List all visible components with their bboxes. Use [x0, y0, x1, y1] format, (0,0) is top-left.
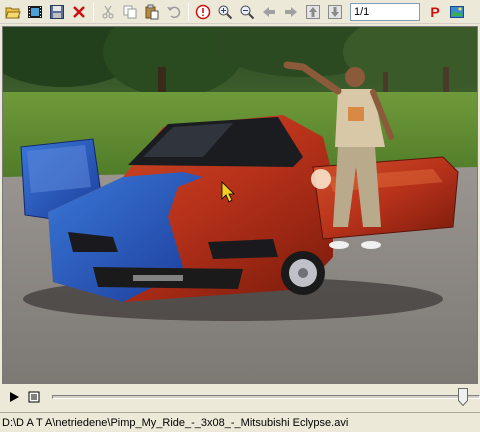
playlist-icon	[28, 391, 40, 403]
cut-icon	[102, 5, 114, 18]
page-down-icon	[328, 4, 342, 19]
copy-icon	[123, 5, 137, 18]
delete-icon	[73, 5, 85, 18]
page-down-button[interactable]	[324, 1, 346, 23]
undo-icon	[167, 6, 181, 18]
file-path-text: D:\D A T A\netriedene\Pimp_My_Ride_-_3x0…	[2, 416, 349, 429]
undo-button[interactable]	[163, 1, 185, 23]
p-icon: P	[430, 3, 440, 20]
seek-groove	[52, 395, 480, 399]
save-button[interactable]	[46, 1, 68, 23]
status-bar: D:\D A T A\netriedene\Pimp_My_Ride_-_3x0…	[0, 412, 480, 432]
copy-button[interactable]	[119, 1, 141, 23]
zoom-out-icon	[240, 5, 255, 19]
open-folder-button[interactable]	[2, 1, 24, 23]
toolbar: 1/1 P	[0, 0, 480, 24]
app-window: 1/1 P D:\D A T A\netriedene\Pimp_My_Ride…	[0, 0, 480, 432]
cut-button[interactable]	[97, 1, 119, 23]
p-button[interactable]: P	[424, 1, 446, 23]
play-icon	[10, 392, 19, 402]
page-up-button[interactable]	[302, 1, 324, 23]
screenshot-button[interactable]	[446, 1, 468, 23]
seek-thumb[interactable]	[457, 388, 468, 406]
filmstrip-button[interactable]	[24, 1, 46, 23]
forward-button[interactable]	[280, 1, 302, 23]
delete-button[interactable]	[68, 1, 90, 23]
info-icon	[195, 4, 211, 19]
forward-arrow-icon	[285, 6, 297, 17]
screenshot-icon	[450, 5, 464, 18]
paste-icon	[145, 4, 159, 19]
car-photo	[3, 27, 477, 383]
back-button[interactable]	[258, 1, 280, 23]
info-button[interactable]	[192, 1, 214, 23]
paste-button[interactable]	[141, 1, 163, 23]
page-up-icon	[306, 4, 320, 19]
playlist-button[interactable]	[24, 387, 44, 407]
seek-bar[interactable]	[52, 387, 480, 407]
zoom-in-button[interactable]	[214, 1, 236, 23]
save-icon	[50, 4, 64, 19]
toolbar-separator	[93, 2, 94, 21]
open-folder-icon	[5, 7, 21, 18]
play-button[interactable]	[4, 387, 24, 407]
video-frame[interactable]	[2, 26, 478, 384]
zoom-in-icon	[218, 5, 233, 19]
toolbar-separator	[188, 2, 189, 21]
filmstrip-icon	[28, 5, 42, 18]
back-arrow-icon	[263, 6, 275, 17]
page-number-field[interactable]: 1/1	[350, 2, 420, 21]
playback-controls	[0, 385, 480, 409]
zoom-out-button[interactable]	[236, 1, 258, 23]
